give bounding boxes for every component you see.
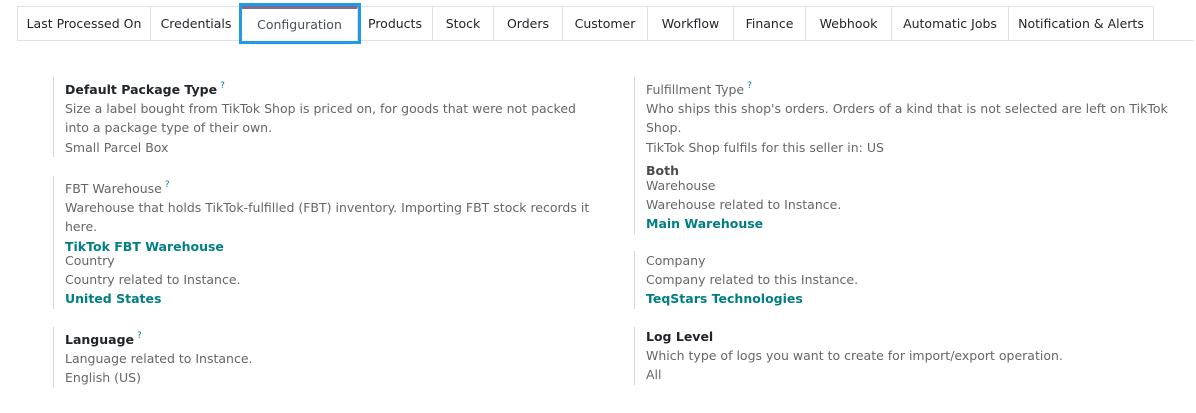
language-label: Language xyxy=(65,332,135,347)
company-value[interactable]: TeqStars Technologies xyxy=(646,289,1174,308)
tooltip-icon[interactable]: ? xyxy=(220,81,225,91)
fulfillment-type-help-country: TikTok Shop fulfils for this seller in: … xyxy=(646,139,884,155)
field-log-level: Log Level Which type of logs you want to… xyxy=(634,327,1174,385)
default-package-type-help: Size a label bought from TikTok Shop is … xyxy=(65,101,576,136)
tab-orders[interactable]: Orders xyxy=(494,6,563,41)
warehouse-label: Warehouse xyxy=(646,178,716,193)
tooltip-icon[interactable]: ? xyxy=(165,180,170,190)
field-warehouse: Warehouse Warehouse related to Instance.… xyxy=(634,176,1174,234)
log-level-value[interactable]: All xyxy=(646,365,1174,384)
field-default-package-type: Default Package Type? Size a label bough… xyxy=(53,77,593,157)
warehouse-help: Warehouse related to Instance. xyxy=(646,197,842,213)
configuration-panel: Default Package Type? Size a label bough… xyxy=(0,41,1196,413)
field-label-row: FBT Warehouse? xyxy=(65,176,613,198)
field-label-row: Default Package Type? xyxy=(65,77,593,99)
language-help: Language related to Instance. xyxy=(65,351,253,367)
country-value[interactable]: United States xyxy=(65,289,593,308)
tab-notification-alerts[interactable]: Notification & Alerts xyxy=(1009,6,1154,41)
fbt-warehouse-help: Warehouse that holds TikTok-fulfilled (F… xyxy=(65,200,590,235)
company-label: Company xyxy=(646,253,706,268)
notebook-tabs: Last Processed On Credentials Configurat… xyxy=(17,3,1154,44)
tab-last-processed-on[interactable]: Last Processed On xyxy=(17,6,151,41)
log-level-label: Log Level xyxy=(646,329,714,344)
tab-customer[interactable]: Customer xyxy=(563,6,648,41)
warehouse-value[interactable]: Main Warehouse xyxy=(646,214,1174,233)
field-company: Company Company related to this Instance… xyxy=(634,251,1174,309)
tab-configuration[interactable]: Configuration xyxy=(239,3,361,44)
fbt-warehouse-label: FBT Warehouse xyxy=(65,181,162,196)
company-help: Company related to this Instance. xyxy=(646,272,859,288)
field-label-row: Language? xyxy=(65,327,593,349)
field-fbt-warehouse: FBT Warehouse? Warehouse that holds TikT… xyxy=(53,176,613,256)
field-label-row: Fulfillment Type? xyxy=(646,77,1194,99)
tooltip-icon[interactable]: ? xyxy=(747,81,752,91)
tab-products[interactable]: Products xyxy=(358,6,433,41)
tab-automatic-jobs[interactable]: Automatic Jobs xyxy=(892,6,1009,41)
fulfillment-type-label: Fulfillment Type xyxy=(646,82,745,97)
tab-stock[interactable]: Stock xyxy=(433,6,494,41)
tooltip-icon[interactable]: ? xyxy=(137,331,142,341)
field-language: Language? Language related to Instance. … xyxy=(53,327,593,388)
log-level-help: Which type of logs you want to create fo… xyxy=(646,348,1063,364)
tab-webhook[interactable]: Webhook xyxy=(806,6,892,41)
field-fulfillment-type: Fulfillment Type? Who ships this shop's … xyxy=(634,77,1194,181)
tab-finance[interactable]: Finance xyxy=(734,6,806,41)
field-country: Country Country related to Instance. Uni… xyxy=(53,251,593,309)
language-value[interactable]: English (US) xyxy=(65,368,593,387)
country-help: Country related to Instance. xyxy=(65,272,241,288)
tab-workflow[interactable]: Workflow xyxy=(648,6,734,41)
default-package-type-value[interactable]: Small Parcel Box xyxy=(65,138,593,157)
tab-credentials[interactable]: Credentials xyxy=(151,6,242,41)
country-label: Country xyxy=(65,253,115,268)
fulfillment-type-help: Who ships this shop's orders. Orders of … xyxy=(646,101,1168,136)
default-package-type-label: Default Package Type xyxy=(65,82,218,97)
